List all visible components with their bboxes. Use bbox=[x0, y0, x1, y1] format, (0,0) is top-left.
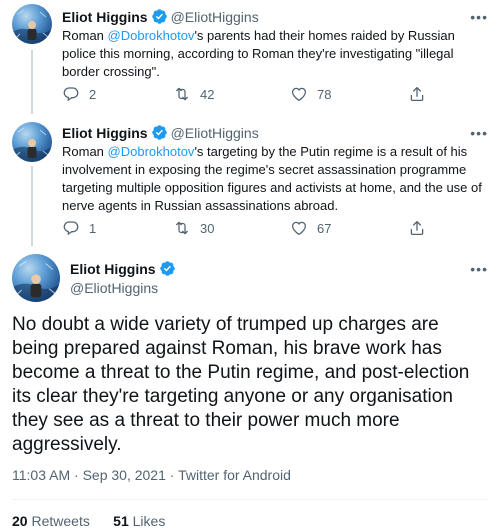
text-segment: Roman bbox=[62, 144, 108, 159]
verified-badge-icon bbox=[151, 8, 168, 25]
tweet-stats: 20 Retweets 51 Likes bbox=[12, 513, 165, 529]
author-name[interactable]: Eliot Higgins bbox=[70, 261, 156, 277]
retweet-count: 30 bbox=[200, 220, 215, 236]
author-handle[interactable]: @EliotHiggins bbox=[171, 125, 259, 141]
reply-icon bbox=[62, 85, 80, 103]
share-icon bbox=[408, 85, 426, 103]
avatar-image bbox=[12, 4, 52, 44]
tweet-source[interactable]: Twitter for Android bbox=[178, 467, 291, 483]
like-icon bbox=[290, 85, 308, 103]
reply-count: 1 bbox=[89, 220, 97, 236]
like-count: 67 bbox=[317, 220, 332, 236]
more-icon[interactable]: ••• bbox=[470, 262, 488, 276]
avatar[interactable] bbox=[12, 4, 52, 44]
share-icon bbox=[408, 219, 426, 237]
divider bbox=[12, 499, 488, 500]
avatar-image bbox=[12, 254, 60, 302]
author-handle[interactable]: @EliotHiggins bbox=[171, 9, 259, 25]
likes-label: Likes bbox=[132, 513, 166, 529]
retweet-icon bbox=[173, 85, 191, 103]
reply-button[interactable]: 2 bbox=[62, 85, 96, 103]
retweets-count: 20 bbox=[12, 513, 28, 529]
like-count: 78 bbox=[317, 86, 332, 102]
tweet-date[interactable]: Sep 30, 2021 bbox=[83, 467, 166, 483]
main-tweet-text: No doubt a wide variety of trumped up ch… bbox=[12, 314, 470, 455]
text-segment: Roman bbox=[62, 28, 108, 43]
tweet-header: Eliot Higgins @EliotHiggins bbox=[62, 124, 259, 142]
like-button[interactable]: 78 bbox=[290, 85, 331, 103]
likes-stat[interactable]: 51 Likes bbox=[113, 513, 165, 529]
retweets-label: Retweets bbox=[31, 513, 90, 529]
retweet-button[interactable]: 42 bbox=[173, 85, 214, 103]
tweet-header: Eliot Higgins @EliotHiggins bbox=[62, 8, 259, 26]
retweets-stat[interactable]: 20 Retweets bbox=[12, 513, 90, 529]
tweet-text: Roman @Dobrokhotov's parents had their h… bbox=[62, 27, 482, 81]
reply-button[interactable]: 1 bbox=[62, 219, 96, 237]
reply-count: 2 bbox=[89, 86, 97, 102]
avatar-image bbox=[12, 122, 52, 162]
mention-link[interactable]: @Dobrokhotov bbox=[108, 28, 195, 43]
tweet-time[interactable]: 11:03 AM bbox=[12, 467, 70, 483]
likes-count: 51 bbox=[113, 513, 129, 529]
main-tweet: Eliot Higgins @EliotHiggins ••• No doubt… bbox=[0, 250, 500, 532]
avatar[interactable] bbox=[12, 254, 60, 302]
verified-badge-icon bbox=[159, 260, 176, 277]
author-handle[interactable]: @EliotHiggins bbox=[70, 279, 158, 297]
reply-icon bbox=[62, 219, 80, 237]
retweet-button[interactable]: 30 bbox=[173, 219, 214, 237]
mention-link[interactable]: @Dobrokhotov bbox=[108, 144, 195, 159]
more-icon[interactable]: ••• bbox=[470, 10, 488, 24]
avatar[interactable] bbox=[12, 122, 52, 162]
share-button[interactable] bbox=[408, 219, 435, 237]
tweet-actions: 1 30 67 bbox=[62, 219, 432, 239]
retweet-count: 42 bbox=[200, 86, 215, 102]
verified-badge-icon bbox=[151, 124, 168, 141]
more-icon[interactable]: ••• bbox=[470, 126, 488, 140]
like-icon bbox=[290, 219, 308, 237]
retweet-icon bbox=[173, 219, 191, 237]
tweet-text: Roman @Dobrokhotov's targeting by the Pu… bbox=[62, 143, 482, 215]
tweet[interactable]: Eliot Higgins @EliotHiggins ••• Roman @Do… bbox=[0, 0, 500, 118]
share-button[interactable] bbox=[408, 85, 435, 103]
tweet-meta: 11:03 AM · Sep 30, 2021 · Twitter for An… bbox=[12, 467, 291, 483]
author-name[interactable]: Eliot Higgins bbox=[62, 9, 148, 25]
author-name[interactable]: Eliot Higgins bbox=[62, 125, 148, 141]
tweet-actions: 2 42 78 bbox=[62, 85, 432, 105]
tweet[interactable]: Eliot Higgins @EliotHiggins ••• Roman @Do… bbox=[0, 118, 500, 250]
like-button[interactable]: 67 bbox=[290, 219, 331, 237]
tweet-header: Eliot Higgins bbox=[70, 260, 179, 278]
